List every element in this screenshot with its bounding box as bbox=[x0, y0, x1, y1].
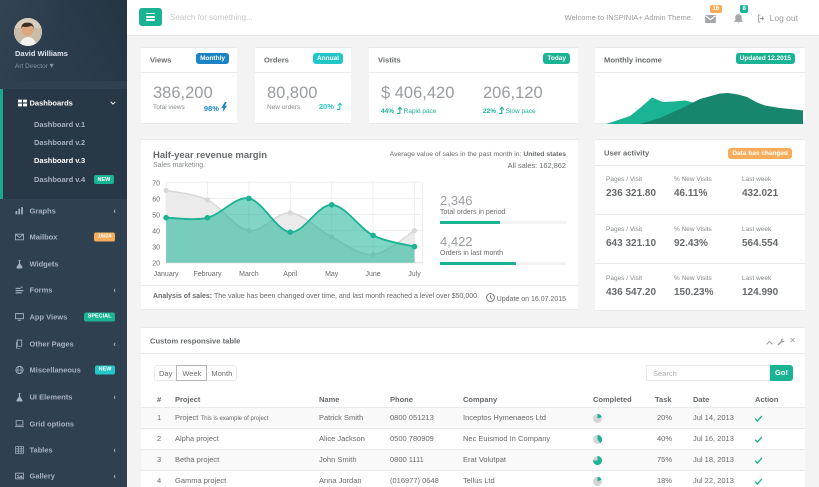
svg-text:February: February bbox=[193, 271, 222, 278]
svg-text:20: 20 bbox=[152, 261, 160, 268]
svg-text:June: June bbox=[366, 271, 381, 278]
svg-text:January: January bbox=[154, 271, 179, 278]
svg-text:March: March bbox=[239, 271, 259, 278]
svg-text:50: 50 bbox=[152, 213, 160, 220]
svg-text:May: May bbox=[325, 271, 339, 278]
svg-text:April: April bbox=[283, 271, 297, 278]
svg-text:60: 60 bbox=[152, 196, 160, 203]
svg-text:July: July bbox=[408, 271, 421, 278]
svg-text:30: 30 bbox=[152, 245, 160, 252]
svg-text:70: 70 bbox=[152, 180, 160, 187]
svg-text:40: 40 bbox=[152, 229, 160, 236]
